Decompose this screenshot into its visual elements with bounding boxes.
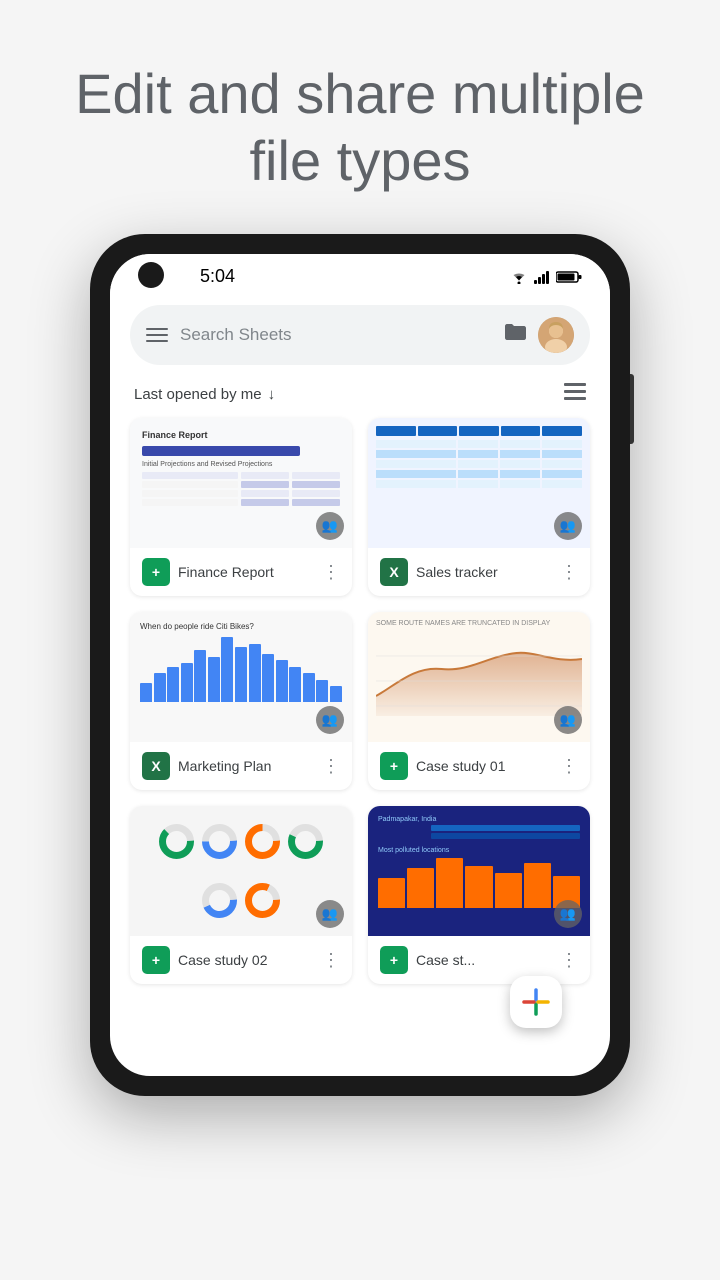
more-options-case01[interactable]: ⋮ (560, 756, 578, 777)
sort-bar: Last opened by me ↓ (110, 375, 610, 418)
more-options-finance[interactable]: ⋮ (322, 562, 340, 583)
sort-arrow-icon: ↓ (268, 386, 276, 403)
file-name-marketing: Marketing Plan (178, 758, 314, 774)
create-fab-button[interactable] (510, 976, 562, 1028)
shared-icon-case03: 👥 (554, 900, 582, 928)
file-preview-sales: 👥 (368, 418, 590, 548)
battery-icon (556, 270, 582, 284)
file-type-badge-sheets-case03: + (380, 946, 408, 974)
camera-hole (138, 262, 164, 288)
avatar[interactable] (538, 317, 574, 353)
fab-container (110, 976, 582, 1048)
file-name-case01: Case study 01 (416, 758, 552, 774)
shared-icon-case02: 👥 (316, 900, 344, 928)
shared-icon: 👥 (316, 512, 344, 540)
phone-screen: 5:04 (110, 254, 610, 1076)
file-type-badge-excel-marketing: X (142, 752, 170, 780)
wifi-icon (510, 270, 528, 284)
file-info-finance: + Finance Report ⋮ (130, 548, 352, 596)
sort-label[interactable]: Last opened by me ↓ (134, 386, 275, 403)
file-preview-case03: Padmapakar, India Most polluted lo (368, 806, 590, 936)
signal-icon (534, 270, 550, 284)
more-options-sales[interactable]: ⋮ (560, 562, 578, 583)
file-type-badge-sheets-case01: + (380, 752, 408, 780)
file-name-finance: Finance Report (178, 564, 314, 580)
status-bar: 5:04 (110, 254, 610, 295)
file-info-marketing: X Marketing Plan ⋮ (130, 742, 352, 790)
plus-multicolor-icon (520, 986, 552, 1018)
hero-section: Edit and share multiple file types (0, 0, 720, 234)
shared-icon-case01: 👥 (554, 706, 582, 734)
shared-icon-sales: 👥 (554, 512, 582, 540)
file-grid: Finance Report Initial Projections and R… (110, 418, 610, 1004)
menu-button[interactable] (146, 328, 168, 342)
search-bar[interactable]: Search Sheets (130, 305, 590, 365)
file-card-case-study-02[interactable]: 👥 + Case study 02 ⋮ (130, 806, 352, 984)
file-card-case-study-01[interactable]: SOME ROUTE NAMES ARE TRUNCATED IN DISPLA… (368, 612, 590, 790)
list-view-button[interactable] (564, 383, 586, 406)
power-button (630, 374, 634, 444)
phone-frame: 5:04 (90, 234, 630, 1096)
file-name-case03: Case st... (416, 952, 552, 968)
file-info-sales: X Sales tracker ⋮ (368, 548, 590, 596)
file-preview-case01: SOME ROUTE NAMES ARE TRUNCATED IN DISPLA… (368, 612, 590, 742)
file-preview-finance: Finance Report Initial Projections and R… (130, 418, 352, 548)
file-name-case02: Case study 02 (178, 952, 314, 968)
status-icons (510, 270, 582, 284)
time-display: 5:04 (200, 266, 235, 287)
file-card-finance-report[interactable]: Finance Report Initial Projections and R… (130, 418, 352, 596)
file-info-case01: + Case study 01 ⋮ (368, 742, 590, 790)
shared-icon-marketing: 👥 (316, 706, 344, 734)
more-options-marketing[interactable]: ⋮ (322, 756, 340, 777)
file-name-sales: Sales tracker (416, 564, 552, 580)
more-options-case03[interactable]: ⋮ (560, 950, 578, 971)
file-type-badge-sheets-case02: + (142, 946, 170, 974)
more-options-case02[interactable]: ⋮ (322, 950, 340, 971)
phone-mockup: 5:04 (90, 234, 630, 1096)
file-preview-case02: 👥 (130, 806, 352, 936)
search-input[interactable]: Search Sheets (180, 325, 492, 345)
folder-icon[interactable] (504, 323, 526, 347)
file-type-badge-excel-sales: X (380, 558, 408, 586)
file-card-case-study-03[interactable]: Padmapakar, India Most polluted lo (368, 806, 590, 984)
file-card-sales-tracker[interactable]: 👥 X Sales tracker ⋮ (368, 418, 590, 596)
file-preview-marketing: When do people ride Citi Bikes? (130, 612, 352, 742)
file-card-marketing-plan[interactable]: When do people ride Citi Bikes? (130, 612, 352, 790)
hero-title: Edit and share multiple file types (60, 60, 660, 194)
file-type-badge-sheets: + (142, 558, 170, 586)
